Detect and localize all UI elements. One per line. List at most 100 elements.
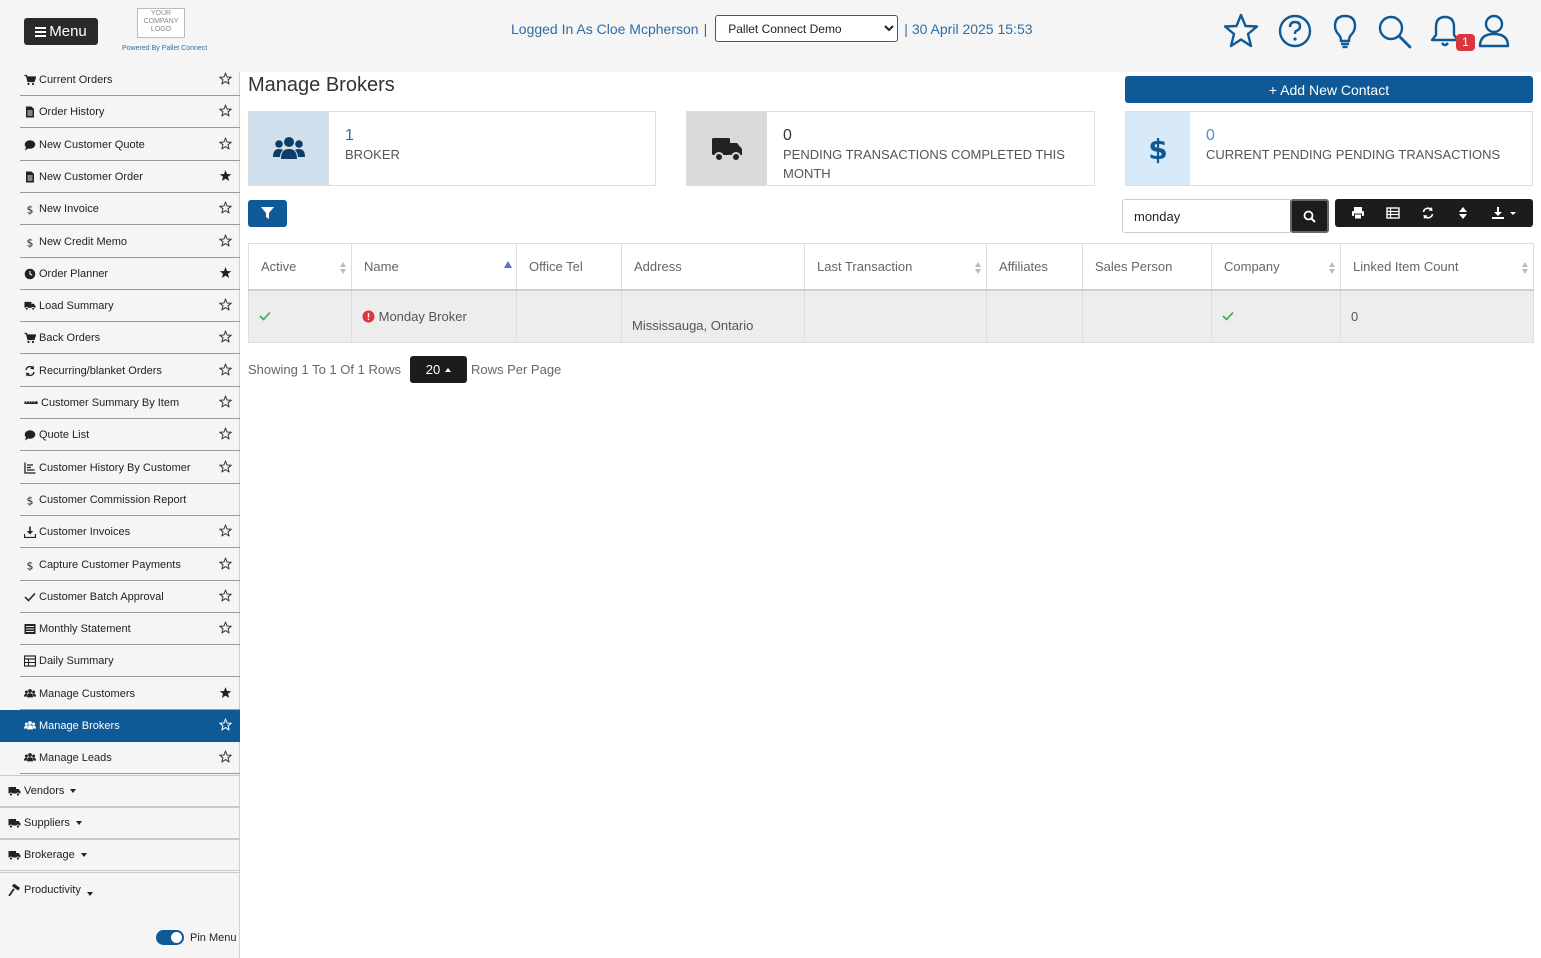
card-value[interactable]: 0 (1206, 127, 1500, 145)
sidebar-item-current-orders[interactable]: Current Orders (0, 64, 240, 96)
star-filled-icon[interactable] (219, 169, 232, 182)
sidebar-item-new-invoice[interactable]: $ New Invoice (0, 193, 240, 226)
cell-active (248, 289, 352, 343)
table-header-row: Active Name Office Tel Address Last Tran… (248, 243, 1534, 291)
star-outline-icon[interactable] (219, 718, 232, 731)
sidebar-item-customer-batch-approval[interactable]: Customer Batch Approval (0, 581, 240, 613)
col-address[interactable]: Address (621, 243, 805, 291)
sidebar-group-label: Vendors (24, 784, 65, 797)
users-icon (273, 136, 305, 159)
star-outline-icon[interactable] (219, 524, 232, 537)
search-input[interactable] (1122, 199, 1290, 233)
star-outline-icon[interactable] (219, 427, 232, 440)
card-value[interactable]: 1 (345, 127, 400, 145)
sidebar-item-label: Load Summary (39, 300, 114, 313)
sidebar-item-recurring-blanket-orders[interactable]: Recurring/blanket Orders (0, 355, 240, 387)
print-icon[interactable] (1351, 206, 1365, 220)
sidebar-item-daily-summary[interactable]: Daily Summary (0, 645, 240, 678)
star-outline-icon[interactable] (219, 395, 232, 408)
sidebar-item-load-summary[interactable]: Load Summary (0, 290, 240, 323)
datetime-text: 30 April 2025 15:53 (911, 20, 1033, 37)
col-affiliates[interactable]: Affiliates (986, 243, 1083, 291)
star-outline-icon[interactable] (219, 234, 232, 247)
sidebar-group-productivity[interactable]: Productivity (0, 871, 240, 896)
sidebar-item-capture-customer-payments[interactable]: $ Capture Customer Payments (0, 549, 240, 581)
sidebar-item-manage-brokers[interactable]: Manage Brokers (0, 710, 240, 742)
star-outline-icon[interactable] (219, 363, 232, 376)
star-outline-icon[interactable] (219, 750, 232, 763)
star-filled-icon[interactable] (219, 266, 232, 279)
col-name[interactable]: Name (351, 243, 517, 291)
search-button[interactable] (1290, 199, 1329, 233)
sidebar-item-customer-commission-report[interactable]: $ Customer Commission Report (0, 484, 240, 516)
rows-per-page-dropdown[interactable]: 20 (409, 356, 467, 383)
col-active[interactable]: Active (248, 243, 352, 291)
cell-last-transaction (804, 289, 987, 343)
list-icon (24, 623, 36, 635)
broker-name[interactable]: Monday Broker (379, 309, 467, 324)
sidebar-group-suppliers[interactable]: Suppliers (0, 806, 240, 839)
col-last-transaction[interactable]: Last Transaction (804, 243, 987, 291)
sidebar-group-vendors[interactable]: Vendors (0, 774, 240, 807)
caret-down-icon (80, 853, 87, 858)
svg-text:$: $ (27, 494, 34, 506)
table-row[interactable]: Monday Broker Mississauga, Ontario 0 (248, 289, 1534, 343)
sidebar-item-quote-list[interactable]: Quote List (0, 419, 240, 452)
col-office-tel[interactable]: Office Tel (516, 243, 622, 291)
search-icon[interactable] (1375, 12, 1413, 50)
sidebar-item-order-planner[interactable]: Order Planner (0, 258, 240, 290)
sidebar-item-order-history[interactable]: Order History (0, 96, 240, 129)
sidebar-item-label: Recurring/blanket Orders (39, 364, 162, 377)
star-outline-icon[interactable] (219, 104, 232, 117)
sidebar-item-new-customer-quote[interactable]: New Customer Quote (0, 129, 240, 161)
col-sales-person[interactable]: Sales Person (1082, 243, 1212, 291)
star-outline-icon[interactable] (219, 72, 232, 85)
help-icon[interactable] (1276, 12, 1314, 50)
sidebar-group-brokerage[interactable]: Brokerage (0, 839, 240, 872)
card-value[interactable]: 0 (783, 127, 1083, 145)
star-outline-icon[interactable] (219, 330, 232, 343)
organization-select[interactable]: Pallet Connect Demo (715, 15, 899, 42)
caret-down-icon (75, 820, 82, 825)
menu-button[interactable]: Menu (24, 18, 98, 45)
pin-toggle-switch[interactable] (156, 930, 184, 945)
expand-sort-icon[interactable] (1456, 206, 1470, 220)
star-outline-icon[interactable] (219, 621, 232, 634)
sidebar-item-label: Daily Summary (39, 655, 114, 668)
cell-name[interactable]: Monday Broker (351, 289, 517, 343)
export-download-icon[interactable] (1491, 206, 1517, 220)
lightbulb-icon[interactable] (1326, 12, 1364, 50)
star-filled-icon[interactable] (219, 686, 232, 699)
filter-button[interactable] (248, 200, 287, 227)
star-outline-icon[interactable] (219, 201, 232, 214)
col-company[interactable]: Company (1211, 243, 1341, 291)
powered-by: Powered By Pallet Connect (122, 45, 208, 52)
star-outline-icon[interactable] (219, 589, 232, 602)
truck-icon (8, 817, 21, 829)
sidebar-item-customer-history-by-customer[interactable]: Customer History By Customer (0, 452, 240, 484)
sidebar: Pin Menu Current Orders Order History New … (0, 72, 240, 958)
pin-menu-toggle[interactable]: Pin Menu (156, 930, 236, 945)
cell-linked-item-count: 0 (1340, 289, 1534, 343)
sidebar-item-back-orders[interactable]: Back Orders (0, 322, 240, 355)
sidebar-item-new-credit-memo[interactable]: $ New Credit Memo (0, 226, 240, 258)
favorites-star-icon[interactable] (1222, 12, 1260, 50)
sidebar-item-monthly-statement[interactable]: Monthly Statement (0, 613, 240, 646)
columns-list-icon[interactable] (1386, 206, 1400, 220)
sidebar-item-manage-customers[interactable]: Manage Customers (0, 678, 240, 710)
chart-icon (24, 462, 36, 474)
sidebar-item-customer-summary-by-item[interactable]: Customer Summary By Item (0, 387, 240, 419)
star-outline-icon[interactable] (219, 298, 232, 311)
sidebar-item-customer-invoices[interactable]: Customer Invoices (0, 516, 240, 549)
star-outline-icon[interactable] (219, 137, 232, 150)
col-linked-item-count[interactable]: Linked Item Count (1340, 243, 1534, 291)
add-new-contact-button[interactable]: + Add New Contact (1125, 76, 1533, 103)
star-outline-icon[interactable] (219, 557, 232, 570)
sidebar-item-manage-leads[interactable]: Manage Leads (0, 742, 240, 775)
sidebar-item-label: Back Orders (39, 332, 101, 345)
star-outline-icon[interactable] (219, 460, 232, 473)
company-logo[interactable]: YOUR COMPANY LOGO (137, 8, 185, 38)
refresh-icon[interactable] (1421, 206, 1435, 220)
user-profile-icon[interactable] (1475, 12, 1513, 50)
sidebar-item-new-customer-order[interactable]: New Customer Order (0, 161, 240, 193)
